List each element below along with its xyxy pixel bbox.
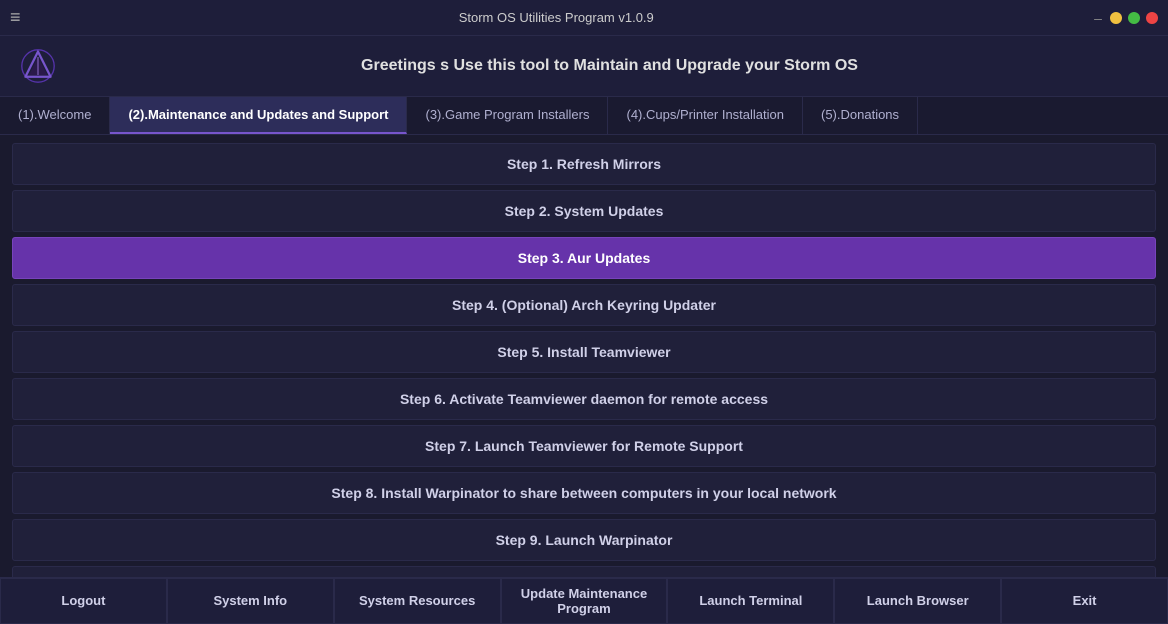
titlebar: ≡ Storm OS Utilities Program v1.0.9 – <box>0 0 1168 36</box>
system-resources-button[interactable]: System Resources <box>334 578 501 624</box>
exit-button[interactable]: Exit <box>1001 578 1168 624</box>
logout-button[interactable]: Logout <box>0 578 167 624</box>
step-10-button[interactable]: Step 10. Incase warpinator leaves a term… <box>12 566 1156 577</box>
step-9-button[interactable]: Step 9. Launch Warpinator <box>12 519 1156 561</box>
system-info-button[interactable]: System Info <box>167 578 334 624</box>
launch-browser-button[interactable]: Launch Browser <box>834 578 1001 624</box>
minimize-window-button[interactable] <box>1110 12 1122 24</box>
step-4-button[interactable]: Step 4. (Optional) Arch Keyring Updater <box>12 284 1156 326</box>
tab-bar: (1).Welcome (2).Maintenance and Updates … <box>0 97 1168 135</box>
window-controls: – <box>1092 12 1158 24</box>
main-content: Step 1. Refresh Mirrors Step 2. System U… <box>0 135 1168 577</box>
header: Greetings s Use this tool to Maintain an… <box>0 36 1168 97</box>
minimize-button[interactable]: – <box>1092 12 1104 24</box>
tab-welcome[interactable]: (1).Welcome <box>0 97 110 134</box>
step-7-button[interactable]: Step 7. Launch Teamviewer for Remote Sup… <box>12 425 1156 467</box>
maximize-window-button[interactable] <box>1128 12 1140 24</box>
step-1-button[interactable]: Step 1. Refresh Mirrors <box>12 143 1156 185</box>
footer-toolbar: Logout System Info System Resources Upda… <box>0 577 1168 623</box>
step-2-button[interactable]: Step 2. System Updates <box>12 190 1156 232</box>
menu-icon[interactable]: ≡ <box>10 7 21 28</box>
tab-maintenance[interactable]: (2).Maintenance and Updates and Support <box>110 97 407 134</box>
launch-terminal-button[interactable]: Launch Terminal <box>667 578 834 624</box>
step-6-button[interactable]: Step 6. Activate Teamviewer daemon for r… <box>12 378 1156 420</box>
close-window-button[interactable] <box>1146 12 1158 24</box>
tab-game[interactable]: (3).Game Program Installers <box>407 97 608 134</box>
update-program-button[interactable]: Update Maintenance Program <box>501 578 668 624</box>
step-5-button[interactable]: Step 5. Install Teamviewer <box>12 331 1156 373</box>
header-greeting: Greetings s Use this tool to Maintain an… <box>71 57 1148 75</box>
step-3-button[interactable]: Step 3. Aur Updates <box>12 237 1156 279</box>
titlebar-title: Storm OS Utilities Program v1.0.9 <box>459 10 654 25</box>
tab-donations[interactable]: (5).Donations <box>803 97 918 134</box>
tab-cups[interactable]: (4).Cups/Printer Installation <box>608 97 803 134</box>
logo-icon <box>20 48 56 84</box>
step-8-button[interactable]: Step 8. Install Warpinator to share betw… <box>12 472 1156 514</box>
